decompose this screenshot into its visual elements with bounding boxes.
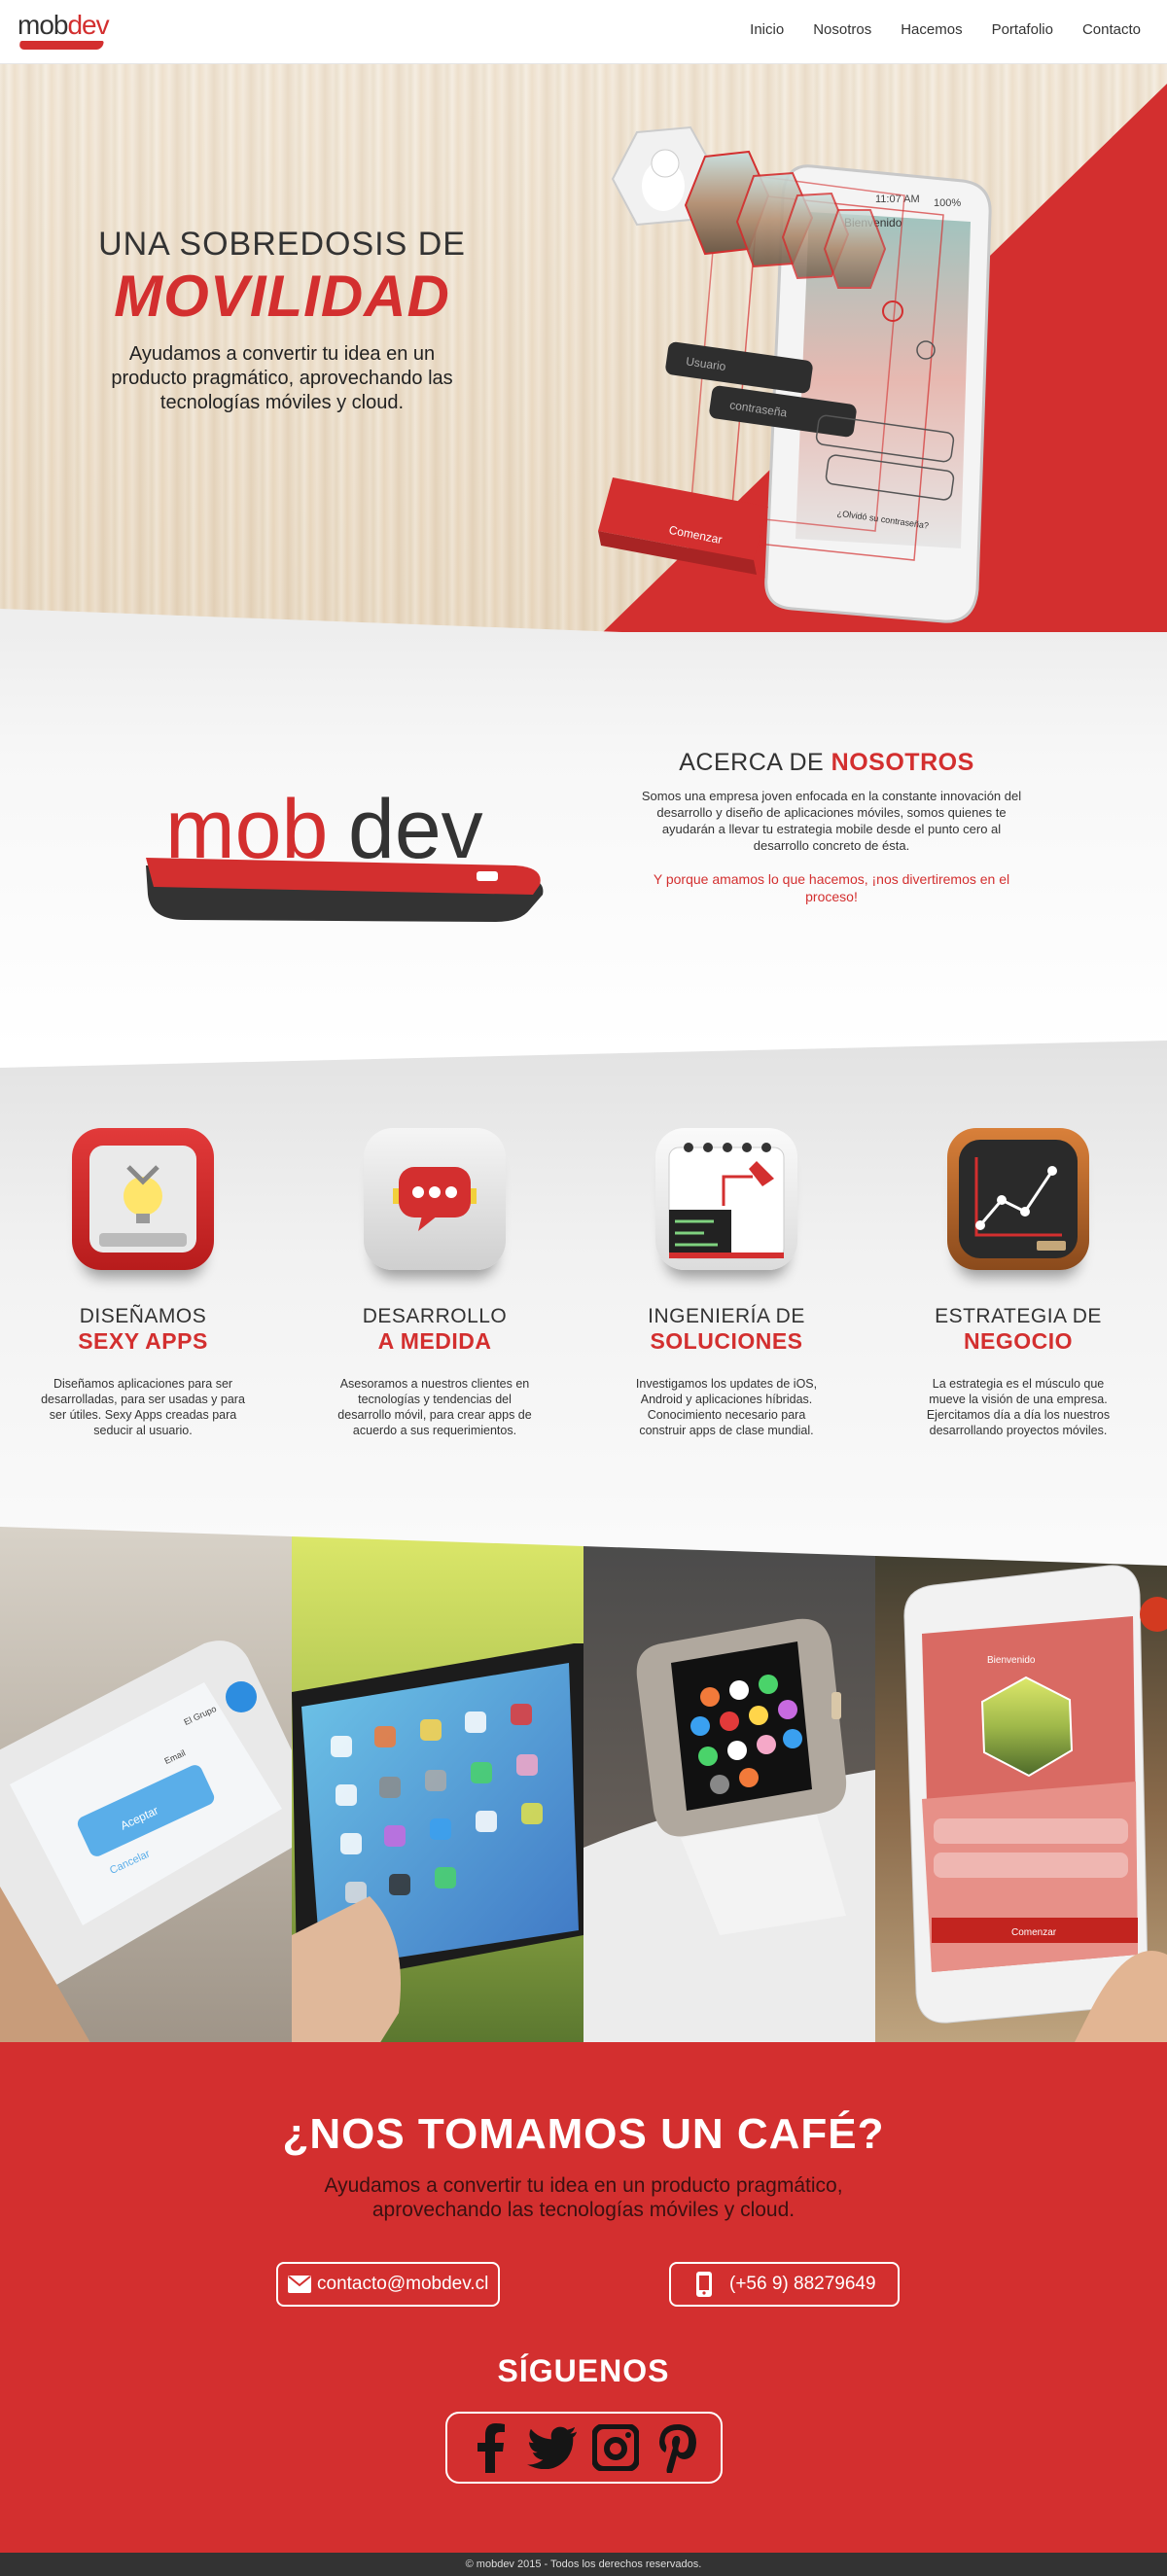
phone-label: (+56 9) 88279649	[729, 2274, 876, 2294]
chalkboard-chart-icon	[947, 1128, 1089, 1270]
service-title-2: A MEDIDA	[377, 1328, 492, 1354]
email-label: contacto@mobdev.cl	[317, 2274, 489, 2294]
contact-top-slope	[0, 2041, 1167, 2092]
about-paragraph: Somos una empresa joven enfocada en la c…	[641, 789, 1022, 853]
service-card-development: DESARROLLO A MEDIDA Asesoramos a nuestro…	[318, 1128, 551, 1438]
service-title-1: INGENIERÍA DE	[648, 1305, 805, 1327]
mobile-phone-icon	[692, 2272, 716, 2297]
exploded-phone-illustration: 11:07 AM 100% Bienvenido Usuario contras…	[598, 125, 992, 623]
bulb-claw-icon	[72, 1128, 214, 1270]
nav-item-contacto[interactable]: Contacto	[1082, 21, 1141, 38]
service-text: Investigamos los updates de iOS, Android…	[635, 1377, 818, 1437]
contact-section: ¿NOS TOMAMOS UN CAFÉ? Ayudamos a convert…	[0, 2042, 1167, 2553]
notepad-icon	[655, 1128, 797, 1270]
envelope-icon	[288, 2273, 311, 2296]
service-card-strategy: ESTRATEGIA DE NEGOCIO La estrategia es e…	[902, 1128, 1135, 1438]
mobdev-big-logo: mob dev	[146, 783, 544, 922]
service-title-2: SOLUCIONES	[650, 1328, 803, 1354]
service-title-2: NEGOCIO	[963, 1328, 1074, 1354]
service-title-2: SEXY APPS	[78, 1328, 208, 1354]
portfolio-photo-strip: Aceptar Cancelar El Grupo Email Bienveni…	[0, 1527, 1167, 2091]
service-title-1: ESTRATEGIA DE	[935, 1305, 1102, 1327]
hero-section: UNA SOBREDOSIS DE MOVILIDAD Ayudamos a c…	[0, 64, 1167, 632]
service-title-1: DESARROLLO	[362, 1305, 508, 1327]
facebook-icon[interactable]	[465, 2422, 515, 2473]
nav-item-portafolio[interactable]: Portafolio	[992, 21, 1053, 38]
logo-wordmark: mobdev	[18, 10, 110, 40]
nav-item-hacemos[interactable]: Hacemos	[901, 21, 962, 38]
hero-line1: UNA SOBREDOSIS DE	[98, 226, 466, 263]
contact-title: ¿NOS TOMAMOS UN CAFÉ?	[282, 2110, 885, 2158]
mobdev-logo[interactable]: mobdev	[18, 10, 110, 53]
status-battery: 100%	[934, 197, 961, 209]
email-button[interactable]: contacto@mobdev.cl	[276, 2262, 501, 2307]
social-links	[445, 2412, 723, 2484]
top-nav: mobdev Inicio Nosotros Hacemos Portafoli…	[0, 0, 1167, 64]
service-text: Asesoramos a nuestros clientes en tecnol…	[337, 1377, 532, 1437]
photo4-start: Comenzar	[1011, 1927, 1057, 1938]
service-card-design: DISEÑAMOS SEXY APPS Diseñamos aplicacion…	[26, 1128, 260, 1438]
chat-bubble-icon	[364, 1128, 506, 1270]
twitter-icon[interactable]	[527, 2422, 578, 2473]
services-section: DISEÑAMOS SEXY APPS Diseñamos aplicacion…	[0, 1041, 1167, 1585]
pinterest-icon[interactable]	[653, 2422, 703, 2473]
about-section: mob dev ACERCA DE NOSOTROS Somos una emp…	[0, 632, 1167, 1050]
hero-line2: MOVILIDAD	[114, 264, 450, 329]
follow-title: SÍGUENOS	[497, 2353, 670, 2388]
about-title: ACERCA DE NOSOTROS	[679, 749, 974, 776]
nav-item-inicio[interactable]: Inicio	[750, 21, 784, 38]
instagram-icon[interactable]	[590, 2422, 641, 2473]
big-logo-mob: mob	[165, 783, 328, 876]
hero-description: Ayudamos a convertir tu idea en un produ…	[111, 343, 453, 413]
services-top-slope	[0, 1041, 1167, 1068]
service-text: La estrategia es el músculo que mueve la…	[926, 1377, 1111, 1437]
logo-phone-shape	[18, 41, 104, 50]
photo4-title: Bienvenido	[987, 1655, 1036, 1666]
phone-button[interactable]: (+56 9) 88279649	[669, 2262, 900, 2307]
footer: © mobdev 2015 - Todos los derechos reser…	[0, 2553, 1167, 2576]
service-title-1: DISEÑAMOS	[79, 1305, 207, 1327]
service-text: Diseñamos aplicaciones para ser desarrol…	[41, 1377, 245, 1437]
nav-item-nosotros[interactable]: Nosotros	[813, 21, 871, 38]
about-quote: Y porque amamos lo que hacemos, ¡nos div…	[653, 871, 1010, 904]
service-card-engineering: INGENIERÍA DE SOLUCIONES Investigamos lo…	[610, 1128, 843, 1438]
big-logo-dev: dev	[348, 783, 483, 876]
contact-subtitle: Ayudamos a convertir tu idea en un produ…	[324, 2174, 843, 2221]
main-menu: Inicio Nosotros Hacemos Portafolio Conta…	[750, 21, 1141, 38]
